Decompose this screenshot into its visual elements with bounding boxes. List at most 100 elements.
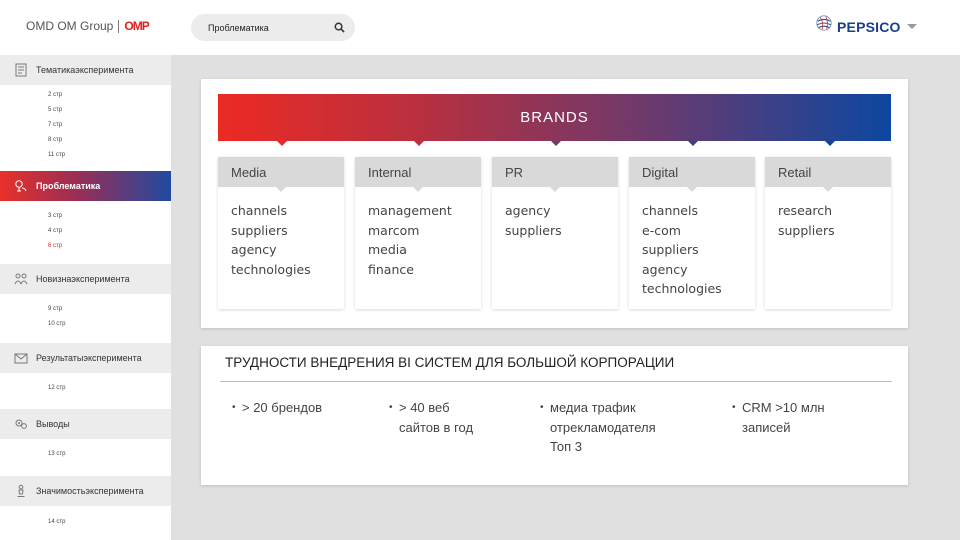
list-item: e-com: [642, 222, 681, 238]
banner-pointer: [551, 141, 561, 146]
list-item: management: [368, 203, 452, 218]
sidebar-page-link[interactable]: 11 стр: [48, 152, 65, 158]
sidebar-section-label: Тематикаэксперимента: [36, 65, 134, 75]
brand-column-internal: Internal management marcom media finance: [355, 157, 481, 309]
brand-column-head: Media: [218, 157, 344, 192]
column-title: Internal: [368, 164, 412, 180]
sidebar-section-results[interactable]: Результатыэксперимента: [0, 343, 171, 373]
list-item: channels: [231, 203, 287, 218]
top-header: OMD OM Group OMP PEPSICO: [0, 0, 960, 55]
pepsico-logo[interactable]: PEPSICO: [815, 11, 917, 35]
document-icon: [15, 63, 27, 77]
sidebar-page-link[interactable]: 2 стр: [48, 92, 62, 98]
list-item: suppliers: [778, 222, 835, 238]
list-item: agency: [505, 203, 551, 218]
sidebar-section-label: Проблематика: [36, 181, 101, 191]
sidebar-page-link[interactable]: 12 стр: [48, 385, 65, 391]
bullet-line: CRM >10 млн: [742, 400, 825, 415]
sidebar-page-link[interactable]: 9 стр: [48, 306, 62, 312]
chevron-down-icon[interactable]: [906, 21, 917, 31]
logo-divider: [118, 19, 120, 33]
bullet-line: отрекламодателя: [550, 419, 656, 435]
sidebar-page-link[interactable]: 7 стр: [48, 122, 62, 128]
sidebar-section-label: Новизнаэксперимента: [36, 274, 130, 284]
brand-column-list: research suppliers: [765, 187, 891, 240]
list-item: finance: [368, 261, 414, 277]
list-item: technologies: [642, 281, 722, 296]
pepsico-wordmark: PEPSICO: [837, 19, 901, 35]
brand-column-list: channels e-com suppliers agency technolo…: [629, 187, 755, 299]
bullet-line: медиа трафик: [550, 400, 636, 415]
bullet-line: > 40 веб: [399, 400, 450, 415]
sidebar-page-link[interactable]: 4 стр: [48, 228, 62, 234]
people-icon: [14, 273, 28, 285]
list-item: media: [368, 242, 407, 257]
search-icon[interactable]: [334, 22, 345, 33]
brand-column-pr: PR agency suppliers: [492, 157, 618, 309]
omd-logo-text: OMD OM Group: [26, 19, 114, 33]
difficulties-title: ТРУДНОСТИ ВНЕДРЕНИЯ BI СИСТЕМ ДЛЯ БОЛЬШО…: [225, 355, 675, 370]
bullet-line: > 20 брендов: [242, 400, 323, 415]
list-item: agency: [642, 261, 688, 277]
omp-logo-mark: OMP: [124, 19, 149, 33]
brand-column-retail: Retail research suppliers: [765, 157, 891, 309]
banner-pointer: [414, 141, 424, 146]
difficulty-bullet: > 40 веб сайтов в год: [389, 398, 473, 437]
brands-banner: BRANDS: [218, 94, 891, 141]
brand-column-list: agency suppliers: [492, 187, 618, 240]
brand-column-media: Media channels suppliers agency technolo…: [218, 157, 344, 309]
column-head-pointer: [413, 187, 423, 192]
brands-card: BRANDS Media channels suppliers agency t…: [201, 79, 908, 328]
bullet-line: Топ 3: [550, 439, 583, 454]
column-head-pointer: [550, 187, 560, 192]
column-title: Media: [231, 164, 267, 180]
problem-icon: [15, 180, 27, 192]
brand-column-head: PR: [492, 157, 618, 192]
list-item: channels: [642, 203, 698, 218]
column-head-pointer: [687, 187, 697, 192]
list-item: agency: [231, 242, 277, 257]
brand-column-head: Retail: [765, 157, 891, 192]
gears-icon: [15, 419, 27, 429]
banner-pointer: [825, 141, 835, 146]
sidebar-page-link[interactable]: 14 стр: [48, 519, 65, 525]
sidebar-section-novelty[interactable]: Новизнаэксперимента: [0, 264, 171, 294]
sidebar-section-label: Выводы: [36, 419, 70, 429]
chess-piece-icon: [17, 484, 25, 497]
search-input[interactable]: [208, 22, 328, 33]
bullet-line: записей: [742, 419, 791, 435]
difficulty-bullet: CRM >10 млн записей: [732, 398, 825, 437]
sidebar-section-conclusions[interactable]: Выводы: [0, 409, 171, 439]
sidebar: Тематикаэксперимента 2 стр 5 стр 7 стр 8…: [0, 55, 171, 540]
search-box[interactable]: [191, 14, 355, 41]
list-item: suppliers: [505, 222, 562, 238]
sidebar-page-link[interactable]: 10 стр: [48, 321, 65, 327]
column-head-pointer: [276, 187, 286, 192]
brand-column-list: channels suppliers agency technologies: [218, 187, 344, 279]
title-divider: [220, 381, 892, 382]
envelope-chart-icon: [14, 353, 28, 364]
banner-pointer: [277, 141, 287, 146]
sidebar-page-link[interactable]: 5 стр: [48, 107, 62, 113]
difficulty-bullet: > 20 брендов: [232, 398, 322, 418]
bullet-line: сайтов в год: [399, 419, 474, 435]
sidebar-page-link[interactable]: 8 стр: [48, 137, 62, 143]
sidebar-section-problems[interactable]: Проблематика: [0, 171, 171, 201]
sidebar-page-link-current[interactable]: 6 стр: [48, 243, 62, 249]
sidebar-page-link[interactable]: 3 стр: [48, 213, 62, 219]
brand-column-head: Internal: [355, 157, 481, 192]
brand-column-digital: Digital channels e-com suppliers agency …: [629, 157, 755, 309]
sidebar-section-topic[interactable]: Тематикаэксперимента: [0, 55, 171, 85]
column-title: PR: [505, 164, 524, 180]
column-head-pointer: [823, 187, 833, 192]
banner-pointer: [688, 141, 698, 146]
difficulty-bullet: медиа трафик отрекламодателя Топ 3: [540, 398, 656, 457]
difficulties-card: ТРУДНОСТИ ВНЕДРЕНИЯ BI СИСТЕМ ДЛЯ БОЛЬШО…: [201, 346, 908, 485]
sidebar-section-label: Значимостьэксперимента: [36, 486, 144, 496]
brand-column-head: Digital: [629, 157, 755, 192]
sidebar-page-link[interactable]: 13 стр: [48, 451, 65, 457]
list-item: technologies: [231, 261, 311, 277]
sidebar-section-label: Результатыэксперимента: [36, 353, 142, 363]
omd-logo[interactable]: OMD OM Group OMP: [26, 19, 150, 33]
sidebar-section-significance[interactable]: Значимостьэксперимента: [0, 476, 171, 506]
